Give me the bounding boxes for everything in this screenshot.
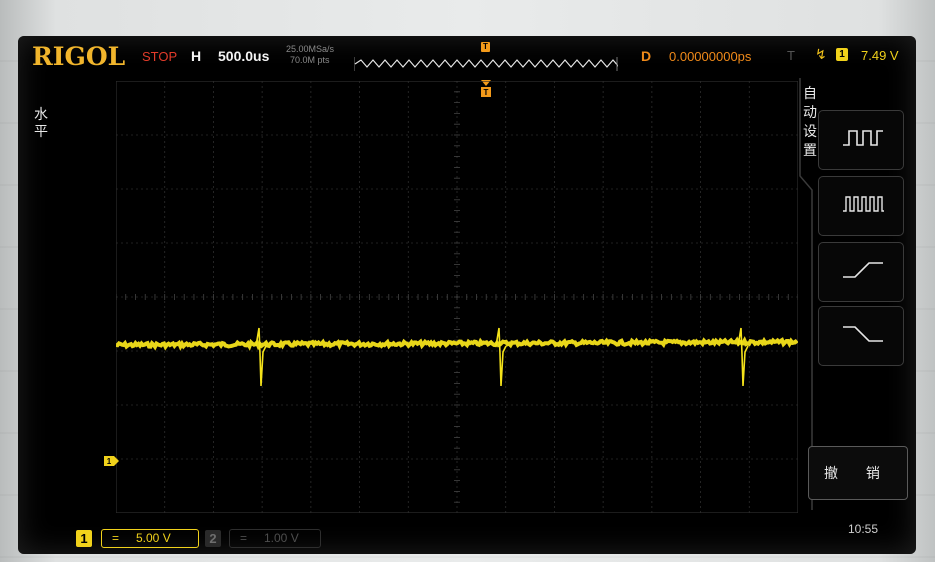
ch1-scale: 5.00 V	[136, 531, 171, 545]
falling-edge-icon	[843, 326, 883, 342]
rising-edge-icon	[843, 262, 883, 278]
ch2-number[interactable]: 2	[205, 530, 221, 547]
edge-trigger-icon: ↯	[815, 46, 827, 62]
ch2-status[interactable]: = 1.00 V	[229, 529, 321, 548]
graticule-svg	[115, 80, 799, 514]
horizontal-label: H	[191, 48, 202, 64]
trigger-level-value[interactable]: 7.49 V	[861, 48, 899, 63]
trigger-label: T	[787, 48, 795, 63]
waveform-graticule	[115, 80, 799, 514]
memory-depth: 70.0M pts	[290, 55, 330, 65]
ch2-coupling-icon: =	[240, 531, 248, 545]
horizontal-menu-label: 水平	[34, 106, 48, 139]
ch2-scale: 1.00 V	[264, 531, 299, 545]
delay-label: D	[641, 48, 652, 64]
multi-cycle-button[interactable]	[818, 176, 904, 236]
scope-screen: RIGOL STOP H 500.0us 25.00MSa/s 70.0M pt…	[18, 36, 916, 554]
trace-glitch	[737, 327, 749, 387]
ch1-number[interactable]: 1	[76, 530, 92, 547]
svg-text:1: 1	[107, 457, 112, 466]
acquisition-info: 25.00MSa/s 70.0M pts	[286, 44, 334, 66]
timebase-value[interactable]: 500.0us	[218, 48, 269, 64]
trace-glitch	[495, 327, 507, 387]
system-clock: 10:55	[848, 522, 879, 536]
trigger-position-marker-icon: T	[481, 42, 490, 52]
trigger-source-badge: 1	[836, 48, 848, 61]
multi-cycle-icon	[843, 196, 884, 212]
channel-status-bar: 1 = 5.00 V 2 = 1.00 V 10:55	[18, 522, 916, 554]
ch1-ground-marker-icon: 1	[104, 454, 120, 472]
auto-setup-menu: 自动设置 撤 销	[798, 76, 916, 512]
brand-logo: RIGOL	[32, 42, 126, 71]
multi-period-icon	[843, 130, 883, 146]
falling-edge-button[interactable]	[818, 306, 904, 366]
multi-period-button[interactable]	[818, 110, 904, 170]
ch1-trace	[115, 336, 799, 351]
trace-glitch	[255, 327, 267, 387]
ch1-coupling-icon: =	[112, 531, 120, 545]
undo-button[interactable]: 撤 销	[808, 446, 908, 500]
sample-rate: 25.00MSa/s	[286, 44, 335, 54]
status-bar: RIGOL STOP H 500.0us 25.00MSa/s 70.0M pt…	[18, 36, 916, 74]
delay-value[interactable]: 0.00000000ps	[669, 49, 751, 64]
ch1-status[interactable]: = 5.00 V	[101, 529, 199, 548]
run-state[interactable]: STOP	[142, 49, 177, 64]
rising-edge-button[interactable]	[818, 242, 904, 302]
memory-overview-waveform	[354, 57, 618, 71]
